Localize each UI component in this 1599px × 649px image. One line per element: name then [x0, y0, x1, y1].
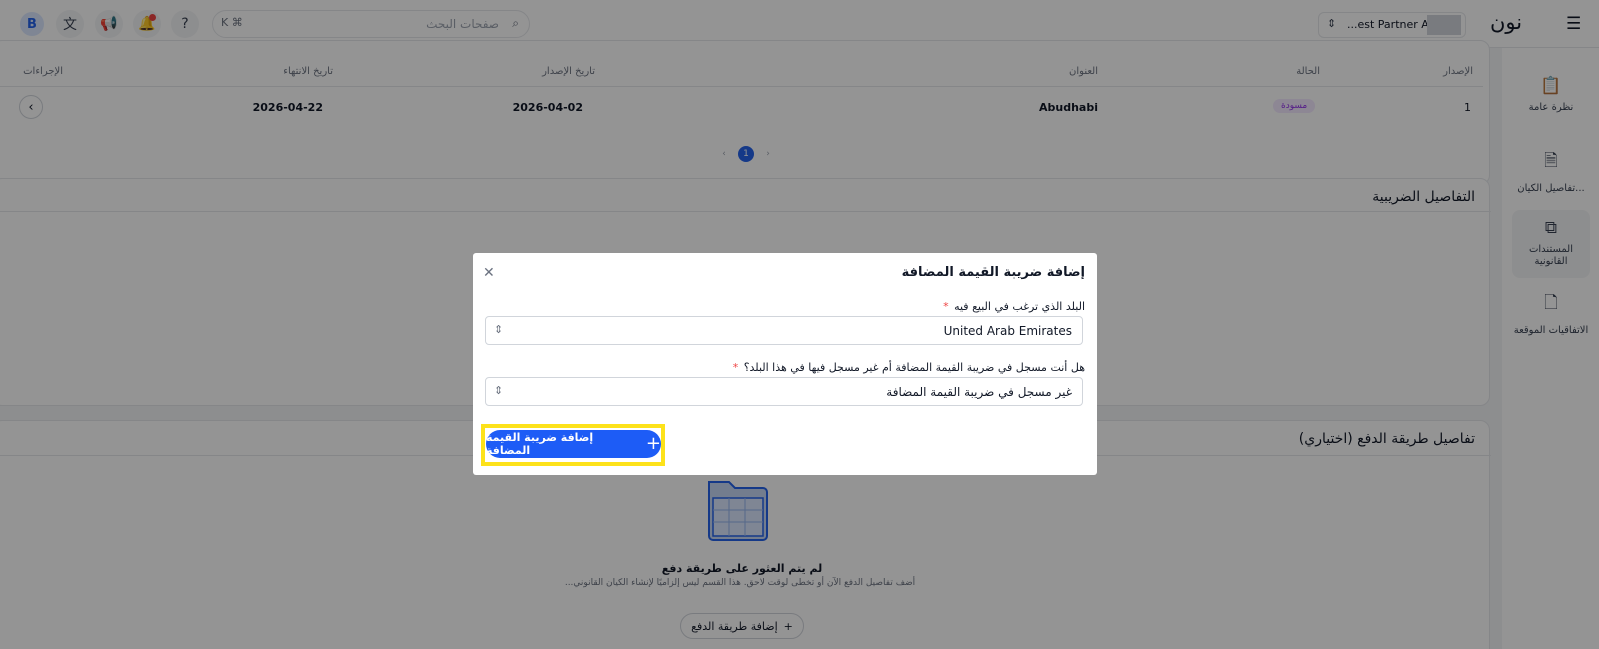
country-select[interactable]: United Arab Emirates ⇕ [485, 316, 1083, 345]
dialog-title: إضافة ضريبة القيمة المضافة [901, 265, 1085, 280]
add-vat-dialog: إضافة ضريبة القيمة المضافة ✕ البلد الذي … [473, 253, 1097, 475]
required-mark: * [943, 300, 949, 313]
vat-select-value: غير مسجل في ضريبة القيمة المضافة [886, 385, 1072, 399]
close-icon[interactable]: ✕ [483, 265, 495, 281]
vat-status-select[interactable]: غير مسجل في ضريبة القيمة المضافة ⇕ [485, 377, 1083, 406]
chevron-updown-icon: ⇕ [494, 384, 504, 397]
add-vat-button-label: إضافة ضريبة القيمة المضافة [486, 431, 594, 457]
country-label-text: البلد الذي ترغب في البيع فيه [954, 300, 1085, 313]
country-select-value: United Arab Emirates [943, 324, 1072, 338]
chevron-updown-icon: ⇕ [494, 323, 504, 336]
required-mark: * [732, 361, 739, 374]
vat-status-field-label: هل أنت مسجل في ضريبة القيمة المضافة أم غ… [733, 361, 1085, 374]
country-field-label: البلد الذي ترغب في البيع فيه * [943, 300, 1085, 313]
add-vat-button[interactable]: إضافة ضريبة القيمة المضافة + [486, 430, 661, 458]
plus-icon: + [645, 433, 661, 454]
vat-label-text: هل أنت مسجل في ضريبة القيمة المضافة أم غ… [743, 361, 1085, 374]
